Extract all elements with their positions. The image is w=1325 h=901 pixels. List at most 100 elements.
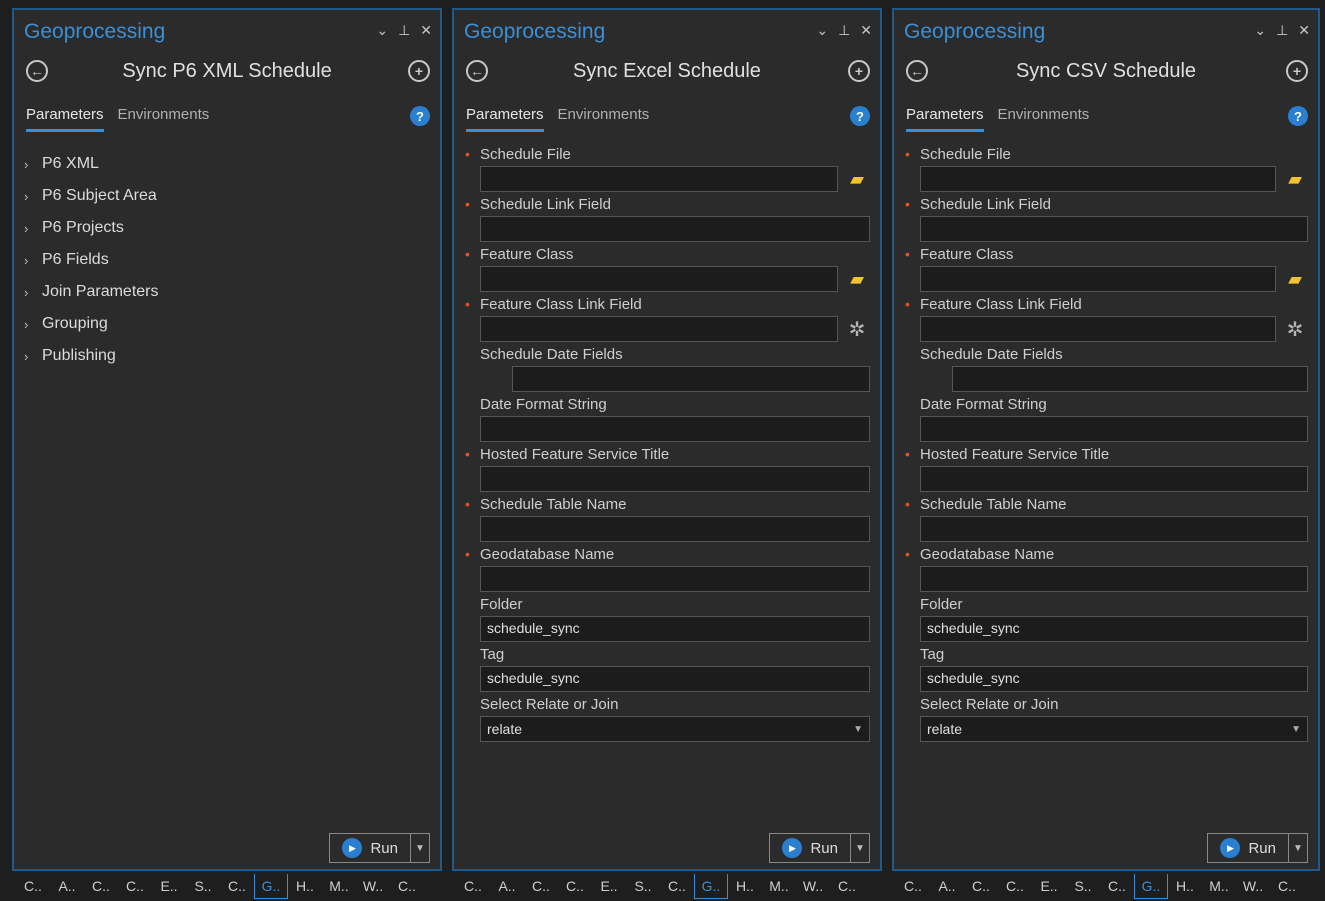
pin-icon[interactable]: ⊥ <box>398 22 410 39</box>
dock-tab[interactable]: C.. <box>1100 874 1134 898</box>
run-button[interactable]: ▶ Run <box>1208 834 1288 862</box>
dock-tab[interactable]: C.. <box>1270 874 1304 898</box>
parameter-input[interactable] <box>920 466 1308 492</box>
dock-tab[interactable]: W.. <box>1236 874 1270 898</box>
group-grouping[interactable]: › Grouping <box>24 308 159 340</box>
relate-or-join-select[interactable]: relate ▼ <box>920 716 1308 742</box>
dock-tab[interactable]: H.. <box>728 874 762 898</box>
run-dropdown-icon[interactable]: ▼ <box>1288 834 1307 862</box>
parameter-input[interactable] <box>952 366 1308 392</box>
parameter-input[interactable] <box>480 566 870 592</box>
dock-tab[interactable]: G.. <box>254 873 288 899</box>
group-join-parameters[interactable]: › Join Parameters <box>24 276 159 308</box>
dock-tab[interactable]: C.. <box>964 874 998 898</box>
dock-tab[interactable]: E.. <box>1032 874 1066 898</box>
parameter-input[interactable] <box>480 316 838 342</box>
parameter-input[interactable]: schedule_sync <box>480 616 870 642</box>
dock-tab[interactable]: C.. <box>118 874 152 898</box>
add-icon[interactable]: + <box>1286 60 1308 82</box>
tab-environments[interactable]: Environments <box>118 106 210 132</box>
close-icon[interactable]: ✕ <box>860 22 872 39</box>
parameter-input[interactable]: schedule_sync <box>480 666 870 692</box>
group-publishing[interactable]: › Publishing <box>24 340 159 372</box>
parameter-input[interactable] <box>920 166 1276 192</box>
dock-tab[interactable]: C.. <box>660 874 694 898</box>
dock-tab[interactable]: G.. <box>1134 873 1168 899</box>
tab-parameters[interactable]: Parameters <box>466 106 544 132</box>
run-button[interactable]: ▶ Run <box>770 834 850 862</box>
dock-tab[interactable]: S.. <box>626 874 660 898</box>
add-icon[interactable]: + <box>408 60 430 82</box>
options-dropdown-icon[interactable]: ⌄ <box>376 22 388 39</box>
group-p6-projects[interactable]: › P6 Projects <box>24 212 159 244</box>
parameter-input[interactable] <box>480 416 870 442</box>
group-p6-subject-area[interactable]: › P6 Subject Area <box>24 180 159 212</box>
tab-environments[interactable]: Environments <box>998 106 1090 132</box>
folder-icon[interactable]: ▰ <box>1282 266 1308 292</box>
dock-tab[interactable]: A.. <box>50 874 84 898</box>
group-p6-xml[interactable]: › P6 XML <box>24 148 159 180</box>
gear-icon[interactable]: ✲ <box>1282 316 1308 342</box>
parameter-input[interactable] <box>920 216 1308 242</box>
parameter-input[interactable] <box>920 266 1276 292</box>
dock-tab[interactable]: S.. <box>1066 874 1100 898</box>
help-icon[interactable]: ? <box>1288 106 1308 126</box>
dock-tab[interactable]: H.. <box>1168 874 1202 898</box>
pin-icon[interactable]: ⊥ <box>1276 22 1288 39</box>
dock-tab[interactable]: C.. <box>558 874 592 898</box>
dock-tab[interactable]: C.. <box>84 874 118 898</box>
parameter-input[interactable] <box>480 216 870 242</box>
parameter-input[interactable] <box>480 266 838 292</box>
folder-icon[interactable]: ▰ <box>1282 166 1308 192</box>
parameter-input[interactable] <box>920 516 1308 542</box>
dock-tab[interactable]: C.. <box>456 874 490 898</box>
parameter-input[interactable]: schedule_sync <box>920 616 1308 642</box>
back-arrow-icon[interactable]: ← <box>906 60 928 82</box>
parameter-input[interactable] <box>920 566 1308 592</box>
back-arrow-icon[interactable]: ← <box>466 60 488 82</box>
dock-tab[interactable]: C.. <box>220 874 254 898</box>
back-arrow-icon[interactable]: ← <box>26 60 48 82</box>
close-icon[interactable]: ✕ <box>420 22 432 39</box>
pin-icon[interactable]: ⊥ <box>838 22 850 39</box>
dock-tab[interactable]: A.. <box>930 874 964 898</box>
tab-parameters[interactable]: Parameters <box>26 106 104 132</box>
gear-icon[interactable]: ✲ <box>844 316 870 342</box>
parameter-input[interactable] <box>920 316 1276 342</box>
dock-tab[interactable]: W.. <box>796 874 830 898</box>
options-dropdown-icon[interactable]: ⌄ <box>1254 22 1266 39</box>
group-p6-fields[interactable]: › P6 Fields <box>24 244 159 276</box>
parameter-input[interactable] <box>480 166 838 192</box>
dock-tab[interactable]: S.. <box>186 874 220 898</box>
help-icon[interactable]: ? <box>410 106 430 126</box>
dock-tab[interactable]: M.. <box>322 874 356 898</box>
dock-tab[interactable]: C.. <box>390 874 424 898</box>
help-icon[interactable]: ? <box>850 106 870 126</box>
tab-parameters[interactable]: Parameters <box>906 106 984 132</box>
add-icon[interactable]: + <box>848 60 870 82</box>
folder-icon[interactable]: ▰ <box>844 266 870 292</box>
dock-tab[interactable]: E.. <box>152 874 186 898</box>
dock-tab[interactable]: C.. <box>998 874 1032 898</box>
run-dropdown-icon[interactable]: ▼ <box>850 834 869 862</box>
dock-tab[interactable]: E.. <box>592 874 626 898</box>
dock-tab[interactable]: C.. <box>830 874 864 898</box>
dock-tab[interactable]: A.. <box>490 874 524 898</box>
folder-icon[interactable]: ▰ <box>844 166 870 192</box>
dock-tab[interactable]: G.. <box>694 873 728 899</box>
parameter-input[interactable] <box>512 366 870 392</box>
run-button[interactable]: ▶ Run <box>330 834 410 862</box>
dock-tab[interactable]: H.. <box>288 874 322 898</box>
dock-tab[interactable]: C.. <box>896 874 930 898</box>
tab-environments[interactable]: Environments <box>558 106 650 132</box>
parameter-input[interactable] <box>480 516 870 542</box>
parameter-input[interactable] <box>920 416 1308 442</box>
dock-tab[interactable]: M.. <box>1202 874 1236 898</box>
run-dropdown-icon[interactable]: ▼ <box>410 834 429 862</box>
parameter-input[interactable]: schedule_sync <box>920 666 1308 692</box>
relate-or-join-select[interactable]: relate ▼ <box>480 716 870 742</box>
options-dropdown-icon[interactable]: ⌄ <box>816 22 828 39</box>
parameter-input[interactable] <box>480 466 870 492</box>
dock-tab[interactable]: C.. <box>524 874 558 898</box>
dock-tab[interactable]: W.. <box>356 874 390 898</box>
